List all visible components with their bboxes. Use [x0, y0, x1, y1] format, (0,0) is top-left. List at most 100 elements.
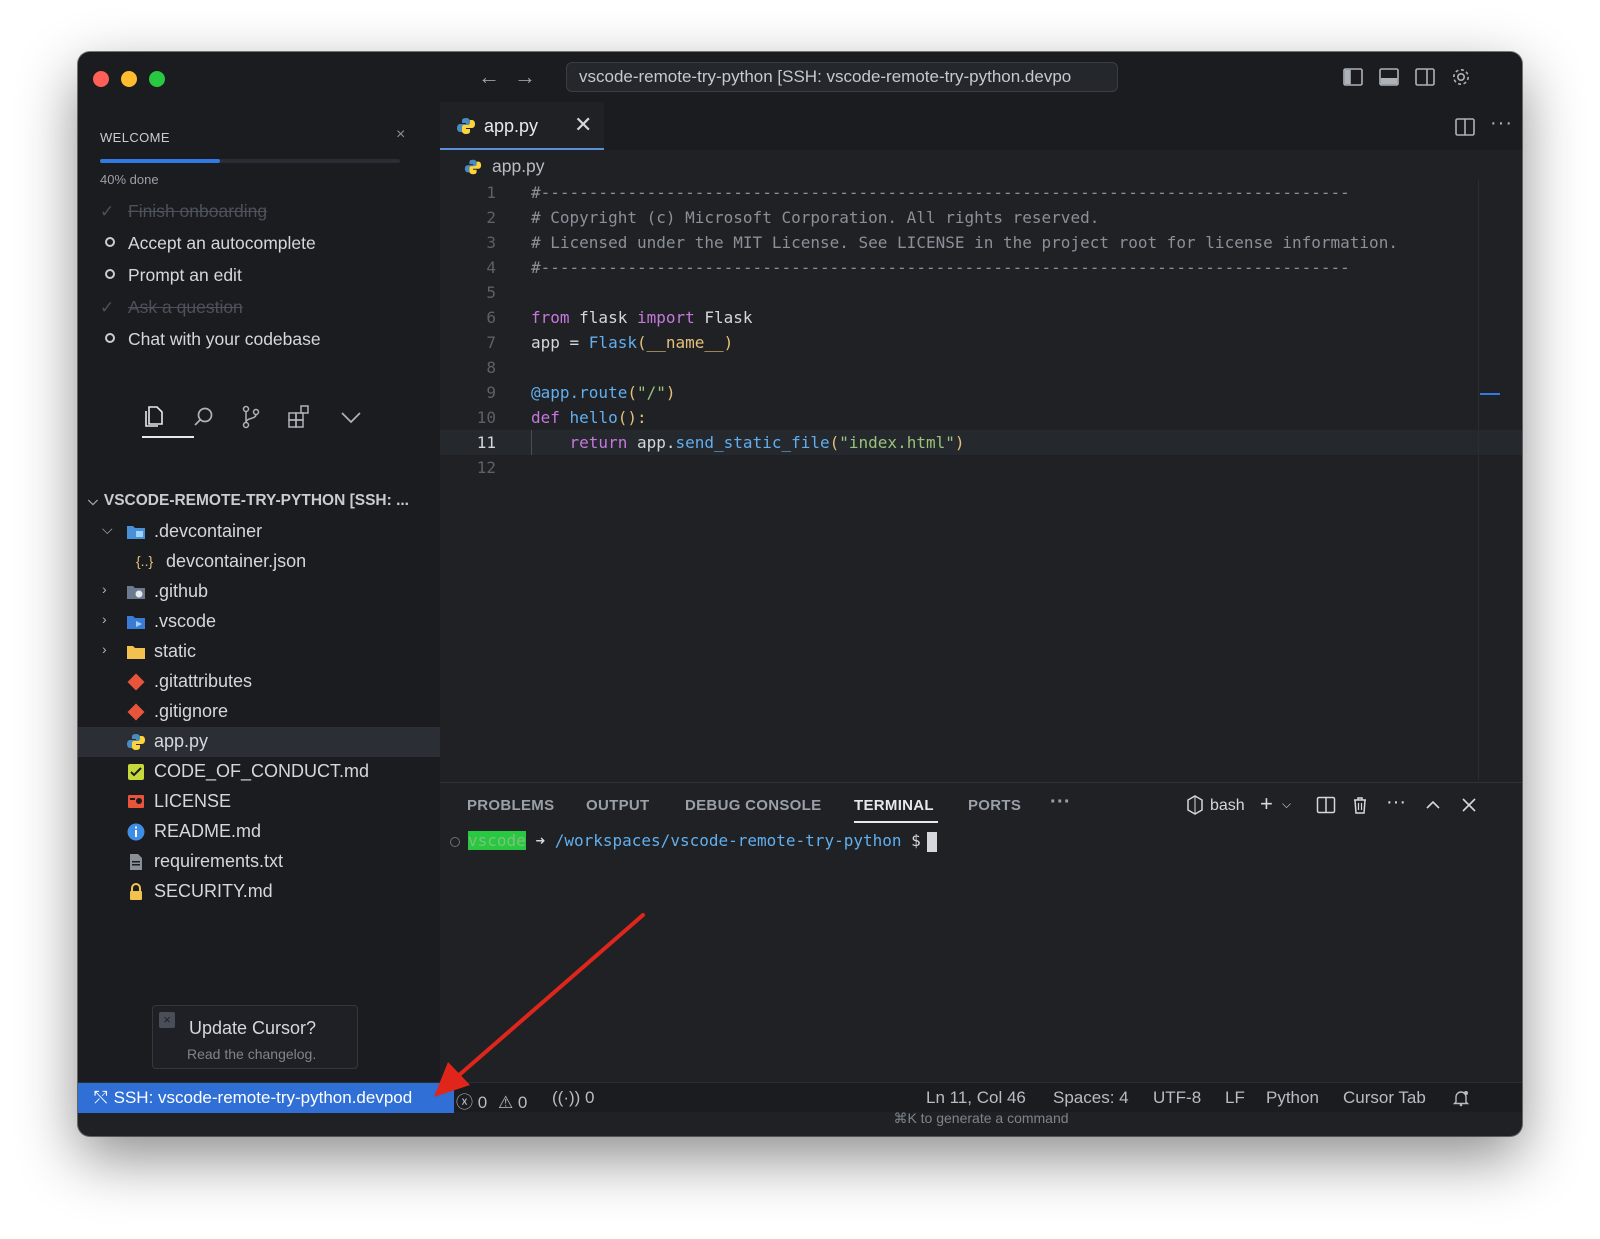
- terminal-shell-label[interactable]: bash: [1210, 797, 1245, 815]
- code-line[interactable]: 12: [440, 455, 1522, 480]
- toggle-panel-icon[interactable]: [1378, 66, 1400, 88]
- command-center[interactable]: vscode-remote-try-python [SSH: vscode-re…: [566, 62, 1118, 92]
- bell-icon[interactable]: [1452, 1089, 1470, 1107]
- tree-item-gitattributes[interactable]: .gitattributes: [78, 667, 440, 697]
- code-line[interactable]: 7 app = Flask(__name__): [440, 330, 1522, 355]
- cursor-tab-status[interactable]: Cursor Tab: [1343, 1088, 1426, 1108]
- encoding-status[interactable]: UTF-8: [1153, 1088, 1201, 1108]
- trash-icon[interactable]: [1350, 795, 1370, 815]
- onboarding-item-finish-onboarding[interactable]: ✓ Finish onboarding: [100, 201, 267, 227]
- problems-status[interactable]: ⓧ 0 ⚠ 0: [456, 1088, 527, 1113]
- extensions-icon[interactable]: [286, 404, 312, 430]
- minimize-window-button[interactable]: [121, 71, 137, 87]
- close-window-button[interactable]: [93, 71, 109, 87]
- arrow-right-icon[interactable]: →: [513, 64, 537, 90]
- split-editor-icon[interactable]: [1454, 116, 1476, 138]
- tree-item-static[interactable]: › static: [78, 637, 440, 667]
- settings-gear-icon[interactable]: [1450, 66, 1472, 88]
- tree-item-devcontainer[interactable]: ⌵ .devcontainer: [78, 517, 440, 547]
- progress-fill: [100, 159, 220, 163]
- tree-item-github[interactable]: › .github: [78, 577, 440, 607]
- language-mode-status[interactable]: Python: [1266, 1088, 1319, 1108]
- tab-debug-console[interactable]: DEBUG CONSOLE: [685, 797, 821, 814]
- scrollbar-track[interactable]: [1478, 180, 1479, 780]
- more-tabs-icon[interactable]: ···: [1050, 791, 1071, 814]
- chevron-down-icon[interactable]: [338, 404, 364, 430]
- tab-ports[interactable]: PORTS: [968, 797, 1021, 814]
- broadcast-icon: ((·)): [552, 1088, 581, 1107]
- close-icon[interactable]: ✕: [574, 112, 592, 138]
- close-icon[interactable]: ×: [159, 1012, 175, 1028]
- source-control-icon[interactable]: [238, 404, 264, 430]
- eol-status[interactable]: LF: [1225, 1088, 1245, 1108]
- code-token: (: [829, 433, 840, 452]
- onboarding-item-prompt-edit[interactable]: Prompt an edit: [100, 265, 242, 291]
- tree-item-vscode[interactable]: › .vscode: [78, 607, 440, 637]
- scrollbar-cursor-marker: [1480, 393, 1500, 395]
- code-line[interactable]: 5: [440, 280, 1522, 305]
- toggle-secondary-sidebar-icon[interactable]: [1414, 66, 1436, 88]
- code-line[interactable]: 4 #--------------------------------------…: [440, 255, 1522, 280]
- more-actions-icon[interactable]: ···: [1386, 791, 1406, 814]
- tab-problems[interactable]: PROBLEMS: [467, 797, 554, 814]
- tree-item-readme[interactable]: README.md: [78, 817, 440, 847]
- code-text: #---------------------------------------…: [531, 255, 1350, 280]
- explorer-icon[interactable]: [141, 404, 167, 430]
- code-token: # Licensed under the MIT License. See LI…: [531, 233, 1398, 252]
- code-line[interactable]: 9 @app.route("/"): [440, 380, 1522, 405]
- code-line[interactable]: 3 # Licensed under the MIT License. See L…: [440, 230, 1522, 255]
- onboarding-item-chat-codebase[interactable]: Chat with your codebase: [100, 329, 321, 355]
- cursor-position[interactable]: Ln 11, Col 46: [926, 1088, 1026, 1108]
- code-line[interactable]: 10 def hello():: [440, 405, 1522, 430]
- changelog-link[interactable]: Read the changelog.: [187, 1046, 316, 1062]
- line-number: 12: [476, 458, 496, 477]
- search-icon[interactable]: [191, 404, 217, 430]
- tab-app-py[interactable]: app.py ✕: [440, 102, 604, 150]
- terminal-hint: ⌘K to generate a command: [893, 1110, 1069, 1126]
- code-token: Flask: [694, 308, 753, 327]
- code-line[interactable]: 2 # Copyright (c) Microsoft Corporation. …: [440, 205, 1522, 230]
- forwarded-ports-status[interactable]: ((·)) 0: [552, 1088, 595, 1108]
- update-notification[interactable]: × Update Cursor? Read the changelog.: [152, 1005, 358, 1069]
- code-token: ():: [617, 408, 647, 427]
- code-line[interactable]: 8: [440, 355, 1522, 380]
- chevron-down-icon: ⌵: [88, 493, 98, 508]
- code-token: import: [636, 308, 695, 327]
- editor-tab-strip: app.py ✕ ···: [440, 102, 1522, 150]
- explorer-root-folder[interactable]: ⌵ VSCODE-REMOTE-TRY-PYTHON [SSH: ...: [88, 492, 409, 510]
- indentation-status[interactable]: Spaces: 4: [1053, 1088, 1129, 1108]
- close-icon[interactable]: [1460, 795, 1478, 815]
- tree-item-security[interactable]: SECURITY.md: [78, 877, 440, 907]
- tree-item-gitignore[interactable]: .gitignore: [78, 697, 440, 727]
- zoom-window-button[interactable]: [149, 71, 165, 87]
- split-terminal-icon[interactable]: [1316, 795, 1336, 815]
- code-token: Flask: [588, 333, 637, 352]
- remote-indicator[interactable]: ⤲ SSH: vscode-remote-try-python.devpod: [78, 1083, 454, 1113]
- toggle-primary-sidebar-icon[interactable]: [1342, 66, 1364, 88]
- chevron-down-icon[interactable]: ⌵: [1282, 797, 1291, 812]
- onboarding-item-ask-question[interactable]: ✓ Ask a question: [100, 297, 243, 323]
- code-line[interactable]: 6 from flask import Flask: [440, 305, 1522, 330]
- chevron-right-icon: ›: [102, 581, 107, 597]
- status-bar: ⤲ SSH: vscode-remote-try-python.devpod ⓧ …: [78, 1082, 1522, 1113]
- tree-item-code-of-conduct[interactable]: CODE_OF_CONDUCT.md: [78, 757, 440, 787]
- new-terminal-icon[interactable]: +: [1260, 791, 1273, 817]
- line-number: 8: [486, 358, 496, 377]
- terminal-prompt[interactable]: vscode ➜ /workspaces/vscode-remote-try-p…: [450, 829, 937, 853]
- chevron-up-icon[interactable]: [1424, 795, 1442, 815]
- code-token: #---------------------------------------…: [531, 183, 1350, 202]
- tab-terminal[interactable]: TERMINAL: [854, 797, 934, 814]
- onboarding-progress-bar: [100, 159, 400, 163]
- tab-output[interactable]: OUTPUT: [586, 797, 649, 814]
- onboarding-item-accept-autocomplete[interactable]: Accept an autocomplete: [100, 233, 316, 259]
- arrow-left-icon[interactable]: ←: [477, 64, 501, 90]
- tree-item-requirements[interactable]: requirements.txt: [78, 847, 440, 877]
- tree-item-app-py[interactable]: app.py: [78, 727, 440, 757]
- tree-item-devcontainer-json[interactable]: {..} devcontainer.json: [78, 547, 440, 577]
- code-line[interactable]: 11 return app.send_static_file("index.ht…: [440, 430, 1522, 455]
- more-actions-icon[interactable]: ···: [1490, 112, 1513, 135]
- code-line[interactable]: 1 #--------------------------------------…: [440, 180, 1522, 205]
- code-text: from flask import Flask: [531, 305, 753, 330]
- tree-item-license[interactable]: LICENSE: [78, 787, 440, 817]
- close-icon[interactable]: ×: [396, 126, 405, 144]
